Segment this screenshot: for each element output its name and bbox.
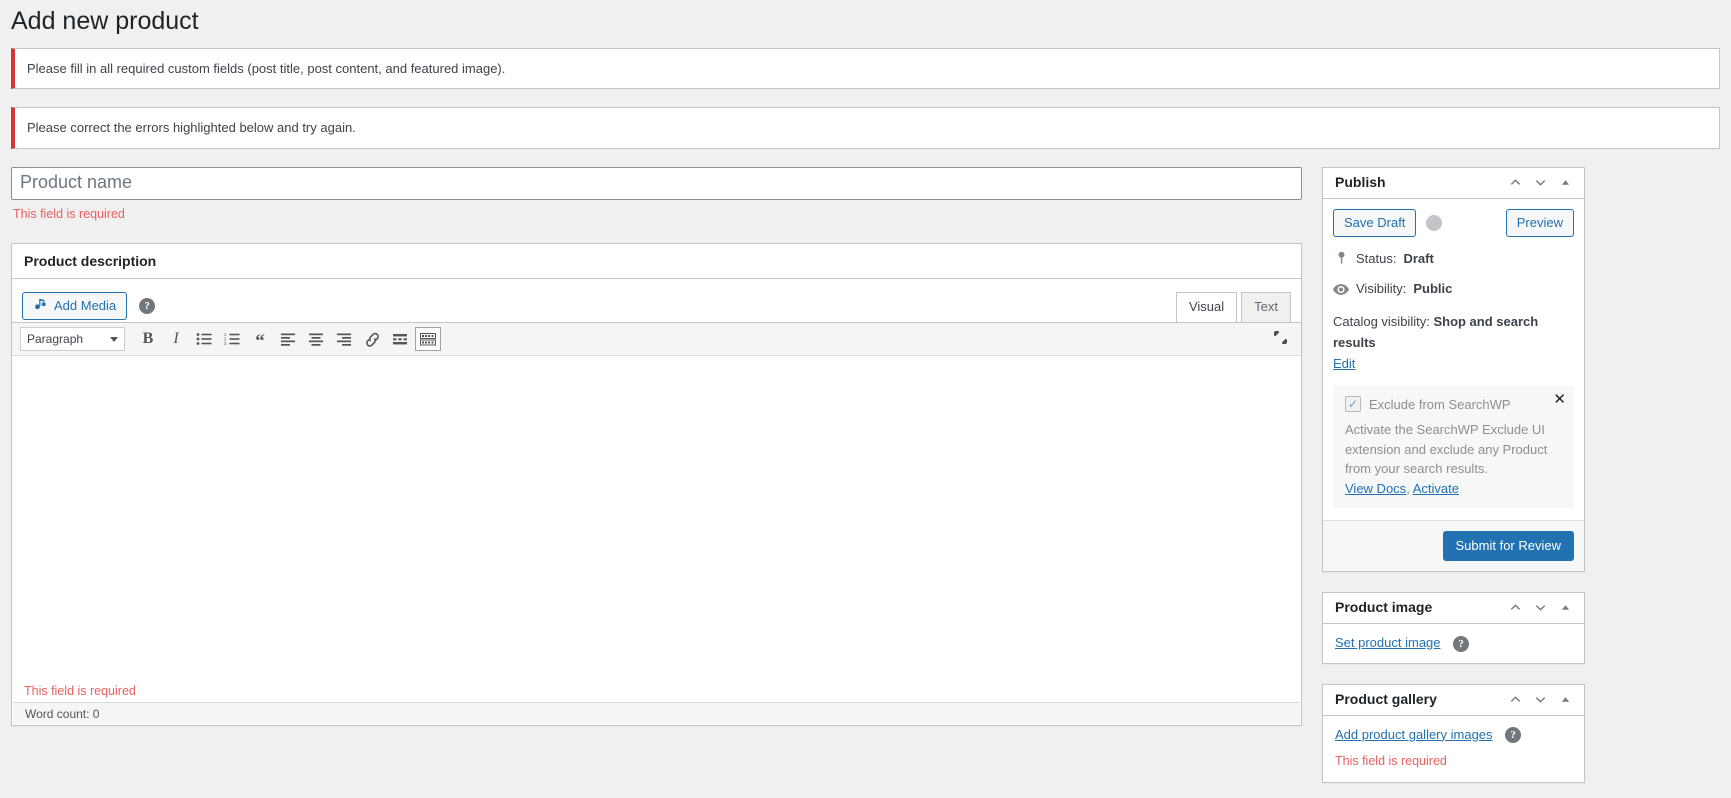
italic-icon[interactable]: I: [163, 327, 189, 351]
product-description-heading: Product description: [12, 244, 1301, 279]
toggle-panel-icon[interactable]: [1559, 693, 1572, 706]
editor-content-area[interactable]: [12, 356, 1301, 676]
word-count: Word count: 0: [13, 702, 1300, 724]
toggle-panel-icon[interactable]: [1559, 176, 1572, 189]
status-label: Status:: [1356, 250, 1397, 266]
exclude-from-searchwp-label: Exclude from SearchWP: [1369, 396, 1511, 412]
publish-box-header: Publish: [1323, 168, 1584, 199]
product-image-handle-actions: [1509, 601, 1572, 614]
status-row: Status: Draft: [1323, 245, 1584, 276]
align-left-icon[interactable]: [275, 327, 301, 351]
spinner-icon: [1426, 214, 1443, 231]
product-image-title: Product image: [1335, 599, 1433, 616]
bulleted-list-icon[interactable]: [191, 327, 217, 351]
publish-handle-actions: [1509, 176, 1572, 189]
product-gallery-handle-actions: [1509, 693, 1572, 706]
searchwp-checkbox-row: ✓ Exclude from SearchWP: [1345, 396, 1562, 413]
toolbar-toggle-icon[interactable]: [415, 327, 441, 351]
product-gallery-inside: Add product gallery images ? This field …: [1323, 716, 1584, 782]
paragraph-format-value: Paragraph: [27, 332, 84, 346]
visibility-label: Visibility:: [1356, 281, 1407, 297]
blockquote-icon[interactable]: “: [247, 327, 273, 351]
editor-toolbar-top: Add Media ? Visual Text: [12, 279, 1301, 322]
visibility-row: Visibility: Public: [1323, 275, 1584, 306]
searchwp-links: View Docs, Activate: [1345, 481, 1562, 496]
product-gallery-header: Product gallery: [1323, 685, 1584, 716]
preview-button[interactable]: Preview: [1505, 208, 1574, 237]
sidebar-column: Publish Save Draft Preview Status: Draft…: [1322, 166, 1585, 798]
move-up-icon[interactable]: [1509, 176, 1522, 189]
move-up-icon[interactable]: [1509, 693, 1522, 706]
eye-icon: [1333, 279, 1349, 302]
bold-icon[interactable]: B: [135, 327, 161, 351]
editor-mode-tabs: Visual Text: [1172, 291, 1291, 322]
tab-text[interactable]: Text: [1241, 291, 1291, 322]
move-down-icon[interactable]: [1534, 176, 1547, 189]
page-title: Add new product: [11, 7, 199, 35]
catalog-visibility-row: Catalog visibility: Shop and search resu…: [1323, 306, 1584, 376]
product-image-inside: Set product image ?: [1323, 624, 1584, 663]
mce-toolbar: Paragraph B I 1 2 3 “: [12, 322, 1301, 356]
svg-text:3: 3: [224, 341, 227, 346]
notice-text: Please correct the errors highlighted be…: [27, 120, 356, 135]
pin-icon: [1333, 249, 1349, 272]
product-description-error: This field is required: [24, 684, 136, 698]
add-media-label: Add Media: [54, 298, 117, 313]
read-more-icon[interactable]: [387, 327, 413, 351]
catalog-visibility-label: Catalog visibility:: [1333, 314, 1430, 330]
fullscreen-icon[interactable]: [1272, 329, 1289, 349]
publish-box: Publish Save Draft Preview Status: Draft…: [1322, 166, 1585, 572]
searchwp-description: Activate the SearchWP Exclude UI extensi…: [1345, 422, 1548, 477]
product-name-input[interactable]: [20, 170, 1293, 196]
tab-visual[interactable]: Visual: [1175, 291, 1238, 322]
help-icon[interactable]: ?: [139, 297, 156, 314]
toggle-panel-icon[interactable]: [1559, 601, 1572, 614]
publish-actions: Save Draft Preview: [1323, 199, 1584, 245]
chevron-down-icon: [110, 336, 118, 342]
product-image-box: Product image Set product image ?: [1322, 591, 1585, 664]
notice-text: Please fill in all required custom field…: [27, 60, 506, 76]
move-up-icon[interactable]: [1509, 601, 1522, 614]
numbered-list-icon[interactable]: 1 2 3: [219, 327, 245, 351]
save-draft-button[interactable]: Save Draft: [1333, 208, 1417, 237]
view-docs-link[interactable]: View Docs: [1345, 481, 1406, 496]
help-icon[interactable]: ?: [1505, 727, 1522, 744]
add-media-button[interactable]: Add Media: [22, 291, 128, 320]
product-name-error: This field is required: [13, 206, 125, 221]
product-gallery-box: Product gallery Add product gallery imag…: [1322, 683, 1585, 783]
publishing-actions: Submit for Review: [1323, 519, 1584, 571]
add-product-gallery-images-link[interactable]: Add product gallery images: [1335, 727, 1493, 742]
publish-box-title: Publish: [1335, 173, 1386, 190]
link-icon[interactable]: [359, 327, 385, 351]
move-down-icon[interactable]: [1534, 601, 1547, 614]
help-icon[interactable]: ?: [1453, 635, 1470, 652]
align-right-icon[interactable]: [331, 327, 357, 351]
catalog-visibility-edit-link[interactable]: Edit: [1333, 356, 1355, 371]
product-gallery-error: This field is required: [1335, 754, 1447, 769]
product-description-box: Product description Add Media ? Visual T…: [11, 243, 1302, 726]
notice-correct-errors: Please correct the errors highlighted be…: [11, 107, 1720, 149]
set-product-image-link[interactable]: Set product image: [1335, 635, 1441, 650]
admin-page: Add new product Please fill in all requi…: [0, 0, 1731, 798]
move-down-icon[interactable]: [1534, 693, 1547, 706]
searchwp-notice: ✕ ✓ Exclude from SearchWP Activate the S…: [1333, 386, 1574, 508]
notice-required-fields: Please fill in all required custom field…: [11, 47, 1720, 89]
main-column: This field is required Product descripti…: [11, 166, 1302, 747]
editor-columns: This field is required Product descripti…: [11, 166, 1720, 798]
close-icon[interactable]: ✕: [1553, 392, 1566, 407]
paragraph-format-select[interactable]: Paragraph: [20, 327, 125, 351]
product-name-field-wrapper[interactable]: [11, 166, 1302, 200]
align-center-icon[interactable]: [303, 327, 329, 351]
product-image-header: Product image: [1323, 593, 1584, 624]
product-gallery-title: Product gallery: [1335, 690, 1437, 707]
visibility-value: Public: [1413, 281, 1453, 297]
submit-for-review-button[interactable]: Submit for Review: [1442, 530, 1574, 561]
status-value: Draft: [1403, 250, 1434, 266]
exclude-from-searchwp-checkbox[interactable]: ✓: [1345, 396, 1361, 413]
activate-link[interactable]: Activate: [1413, 481, 1459, 496]
media-icon: [33, 297, 48, 314]
